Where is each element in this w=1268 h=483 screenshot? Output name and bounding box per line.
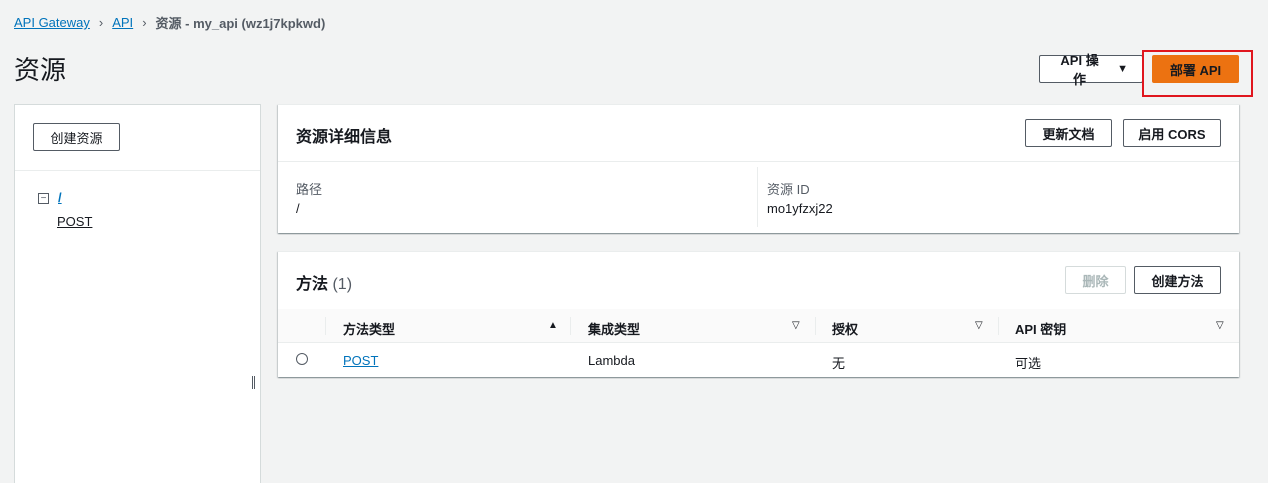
resource-id-label: 资源 ID (767, 182, 810, 197)
api-actions-label: API 操作 (1060, 53, 1099, 87)
path-label: 路径 (296, 182, 323, 197)
tree-item-post[interactable]: POST (57, 214, 92, 229)
resource-details-card: 资源详细信息 更新文档 启用 CORS 路径 / 资源 ID mo1yfzxj2… (278, 104, 1239, 233)
row-radio[interactable] (296, 353, 308, 365)
divider (15, 170, 260, 171)
card-header: 资源详细信息 更新文档 启用 CORS (278, 105, 1239, 162)
resource-tree-panel: 创建资源 − / POST (14, 104, 261, 483)
column-separator (325, 317, 326, 335)
api-key-cell: 可选 (1015, 356, 1042, 371)
resize-handle[interactable] (252, 376, 255, 389)
resource-details-title: 资源详细信息 (296, 129, 393, 146)
tree-item-root[interactable]: / (58, 190, 62, 205)
breadcrumb: API Gateway › API › 资源 - my_api (wz1j7kp… (14, 13, 325, 32)
card-header: 方法 (1) 删除 创建方法 (278, 252, 1239, 309)
table-row[interactable]: POST Lambda 无 可选 (278, 343, 1239, 378)
sort-ascending-icon[interactable]: ▲ (548, 320, 558, 331)
breadcrumb-api[interactable]: API (112, 15, 133, 30)
methods-title: 方法 (1) (296, 270, 352, 294)
methods-title-text: 方法 (296, 276, 329, 293)
sort-icon[interactable]: ▽ (975, 320, 983, 331)
divider (757, 167, 758, 227)
chevron-right-icon: › (142, 15, 147, 30)
path-value: / (296, 201, 300, 216)
authorization-cell: 无 (832, 356, 846, 371)
sort-icon[interactable]: ▽ (792, 320, 800, 331)
create-resource-button[interactable]: 创建资源 (33, 123, 120, 151)
chevron-right-icon: › (98, 15, 104, 30)
breadcrumb-api-gateway[interactable]: API Gateway (14, 15, 90, 30)
column-header-method-type[interactable]: 方法类型 (343, 319, 395, 338)
api-actions-dropdown[interactable]: API 操作 ▼ (1039, 53, 1143, 87)
table-header: 方法类型 ▲ 集成类型 ▽ 授权 ▽ API 密钥 ▽ (278, 309, 1239, 343)
resource-id-value: mo1yfzxj22 (767, 201, 833, 216)
update-documentation-button[interactable]: 更新文档 (1025, 119, 1112, 147)
column-header-authorization[interactable]: 授权 (832, 319, 858, 338)
column-header-api-key[interactable]: API 密钥 (1015, 319, 1066, 338)
delete-button[interactable]: 删除 (1065, 266, 1126, 294)
column-separator (998, 317, 999, 335)
page-title: 资源 (14, 55, 67, 85)
integration-type-cell: Lambda (588, 353, 635, 368)
column-separator (570, 317, 571, 335)
collapse-icon[interactable]: − (38, 193, 49, 204)
caret-down-icon: ▼ (1117, 63, 1128, 75)
sort-icon[interactable]: ▽ (1216, 320, 1224, 331)
column-separator (815, 317, 816, 335)
methods-card: 方法 (1) 删除 创建方法 方法类型 ▲ 集成类型 ▽ 授权 ▽ API 密钥… (278, 251, 1239, 377)
breadcrumb-current: 资源 - my_api (wz1j7kpkwd) (155, 16, 326, 31)
methods-count: (1) (332, 276, 353, 293)
method-link[interactable]: POST (343, 353, 378, 368)
column-header-integration-type[interactable]: 集成类型 (588, 319, 640, 338)
create-method-button[interactable]: 创建方法 (1134, 266, 1221, 294)
highlight-box (1142, 50, 1253, 97)
enable-cors-button[interactable]: 启用 CORS (1123, 119, 1221, 147)
